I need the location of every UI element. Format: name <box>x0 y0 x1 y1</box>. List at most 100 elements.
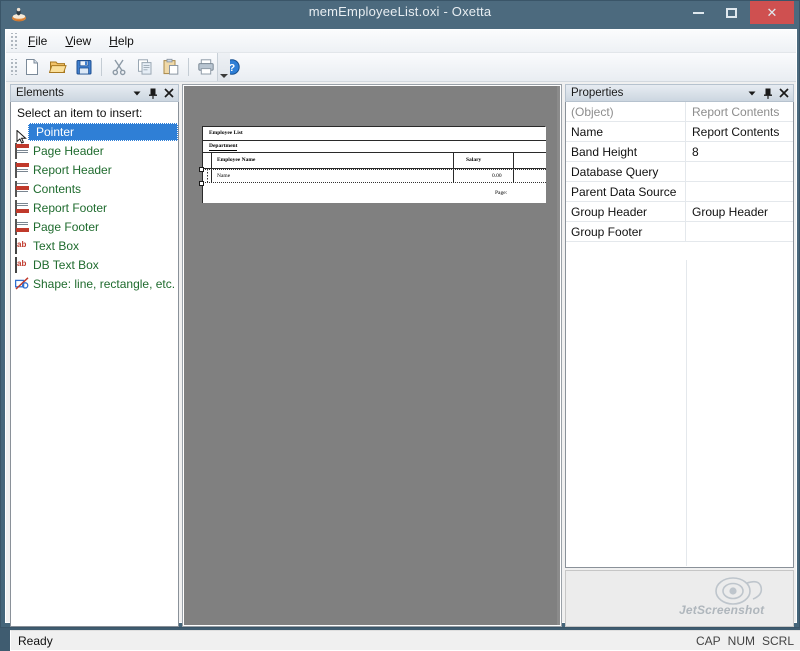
menu-item-file[interactable]: File <box>19 31 56 51</box>
element-item-label: Page Header <box>33 144 104 158</box>
property-row[interactable]: Band Height 8 <box>566 142 793 162</box>
element-item-label: Shape: line, rectangle, etc. <box>33 277 175 291</box>
element-item-report-footer[interactable]: Report Footer <box>11 198 178 217</box>
properties-grid: (Object) Report Contents Name Report Con… <box>565 102 794 568</box>
status-message: Ready <box>11 634 53 648</box>
close-icon[interactable] <box>162 86 176 100</box>
property-value[interactable] <box>686 162 793 181</box>
selection-guide <box>207 169 208 183</box>
element-item-label: Contents <box>33 182 81 196</box>
name-field-text[interactable]: Name <box>217 173 230 180</box>
property-row[interactable]: Group Header Group Header <box>566 202 793 222</box>
property-value[interactable] <box>686 222 793 241</box>
report-footer-band-icon <box>15 201 29 215</box>
element-item-label: Pointer <box>36 125 74 139</box>
column-divider <box>211 170 212 184</box>
property-row[interactable]: Group Footer <box>566 222 793 242</box>
elements-panel-header: Elements <box>10 84 179 102</box>
element-item-contents[interactable]: Contents <box>11 179 178 198</box>
close-icon[interactable] <box>777 86 791 100</box>
status-indicator-cap: CAP <box>696 634 721 648</box>
column-divider <box>211 153 212 169</box>
pin-icon[interactable] <box>761 86 775 100</box>
property-row[interactable]: Parent Data Source <box>566 182 793 202</box>
band-page-header[interactable]: Department <box>203 141 546 153</box>
property-name: Band Height <box>566 142 686 161</box>
band-resize-handle-bottom[interactable] <box>199 181 204 186</box>
elements-panel-title: Elements <box>16 87 130 99</box>
menu-drag-grip[interactable] <box>9 33 17 49</box>
page-footer-band-icon <box>15 220 29 234</box>
element-item-label: DB Text Box <box>33 258 99 272</box>
salary-column-header[interactable]: Salary <box>466 157 481 164</box>
band-report-header[interactable]: Employee List <box>203 127 546 141</box>
cut-scissors-icon <box>110 58 128 76</box>
band-contents[interactable]: Name 0.00 <box>203 169 546 183</box>
pin-icon[interactable] <box>146 86 160 100</box>
property-row[interactable]: Database Query <box>566 162 793 182</box>
panel-menu-chevron-icon[interactable] <box>130 86 144 100</box>
page-number-text[interactable]: Page: <box>495 190 507 197</box>
new-file-icon <box>23 58 41 76</box>
save-button[interactable] <box>72 55 96 79</box>
elements-panel: Elements Select an item to insert: <box>10 84 179 627</box>
property-value[interactable]: Group Header <box>686 202 793 221</box>
element-item-label: Text Box <box>33 239 79 253</box>
column-divider <box>513 153 514 169</box>
menu-item-view[interactable]: View <box>56 31 100 51</box>
report-page[interactable]: Employee List Department Employee Name S… <box>202 126 545 203</box>
status-indicator-num: NUM <box>728 634 755 648</box>
status-bar: Ready CAP NUM SCRL <box>10 630 800 651</box>
property-row[interactable]: Name Report Contents <box>566 122 793 142</box>
contents-band-icon <box>15 182 29 196</box>
toolbar-drag-grip[interactable] <box>9 59 17 75</box>
column-divider <box>453 170 454 184</box>
save-disk-icon <box>75 58 93 76</box>
copy-icon <box>136 58 154 76</box>
property-value[interactable]: 8 <box>686 142 793 161</box>
band-group-header[interactable]: Employee Name Salary <box>203 153 546 169</box>
status-indicator-scrl: SCRL <box>762 634 794 648</box>
report-design-surface[interactable]: Employee List Department Employee Name S… <box>182 84 562 627</box>
salary-field-text[interactable]: 0.00 <box>492 173 502 180</box>
property-name: Name <box>566 122 686 141</box>
properties-grid-empty-area <box>566 260 793 566</box>
copy-button[interactable] <box>133 55 157 79</box>
title-bar: memEmployeeList.oxi - Oxetta ✕ <box>1 1 799 28</box>
cut-button[interactable] <box>107 55 131 79</box>
canvas-right-edge <box>557 86 560 625</box>
band-resize-handle-top[interactable] <box>199 167 204 172</box>
element-item-text-box[interactable]: ab Text Box <box>11 236 178 255</box>
band-page-footer[interactable]: Page: <box>203 183 546 203</box>
element-item-db-text-box[interactable]: ab DB Text Box <box>11 255 178 274</box>
open-file-button[interactable] <box>46 55 70 79</box>
property-value[interactable]: Report Contents <box>686 102 793 121</box>
new-file-button[interactable] <box>20 55 44 79</box>
menu-item-help[interactable]: Help <box>100 31 143 51</box>
toolbar-separator <box>101 58 102 76</box>
paste-button[interactable] <box>159 55 183 79</box>
property-name: Group Footer <box>566 222 686 241</box>
element-item-pointer[interactable]: Pointer <box>28 123 178 141</box>
report-title-text[interactable]: Employee List <box>209 130 243 137</box>
department-label-text[interactable]: Department <box>209 143 237 151</box>
maximize-button[interactable] <box>717 1 746 24</box>
element-item-label: Report Header <box>33 163 112 177</box>
db-text-box-icon: ab <box>15 258 29 272</box>
close-button[interactable]: ✕ <box>750 1 794 24</box>
elements-hint-label: Select an item to insert: <box>11 102 178 123</box>
property-value[interactable] <box>686 182 793 201</box>
panel-menu-chevron-icon[interactable] <box>745 86 759 100</box>
element-item-page-header[interactable]: Page Header <box>11 141 178 160</box>
property-name: (Object) <box>566 102 686 121</box>
print-button[interactable] <box>194 55 218 79</box>
element-item-shape[interactable]: Shape: line, rectangle, etc. <box>11 274 178 293</box>
employee-name-column-header[interactable]: Employee Name <box>217 157 255 164</box>
property-row[interactable]: (Object) Report Contents <box>566 102 793 122</box>
element-item-report-header[interactable]: Report Header <box>11 160 178 179</box>
property-value[interactable]: Report Contents <box>686 122 793 141</box>
element-item-page-footer[interactable]: Page Footer <box>11 217 178 236</box>
chevron-down-icon <box>220 74 228 78</box>
minimize-button[interactable] <box>684 1 713 24</box>
toolbar-overflow-button[interactable] <box>217 53 230 81</box>
